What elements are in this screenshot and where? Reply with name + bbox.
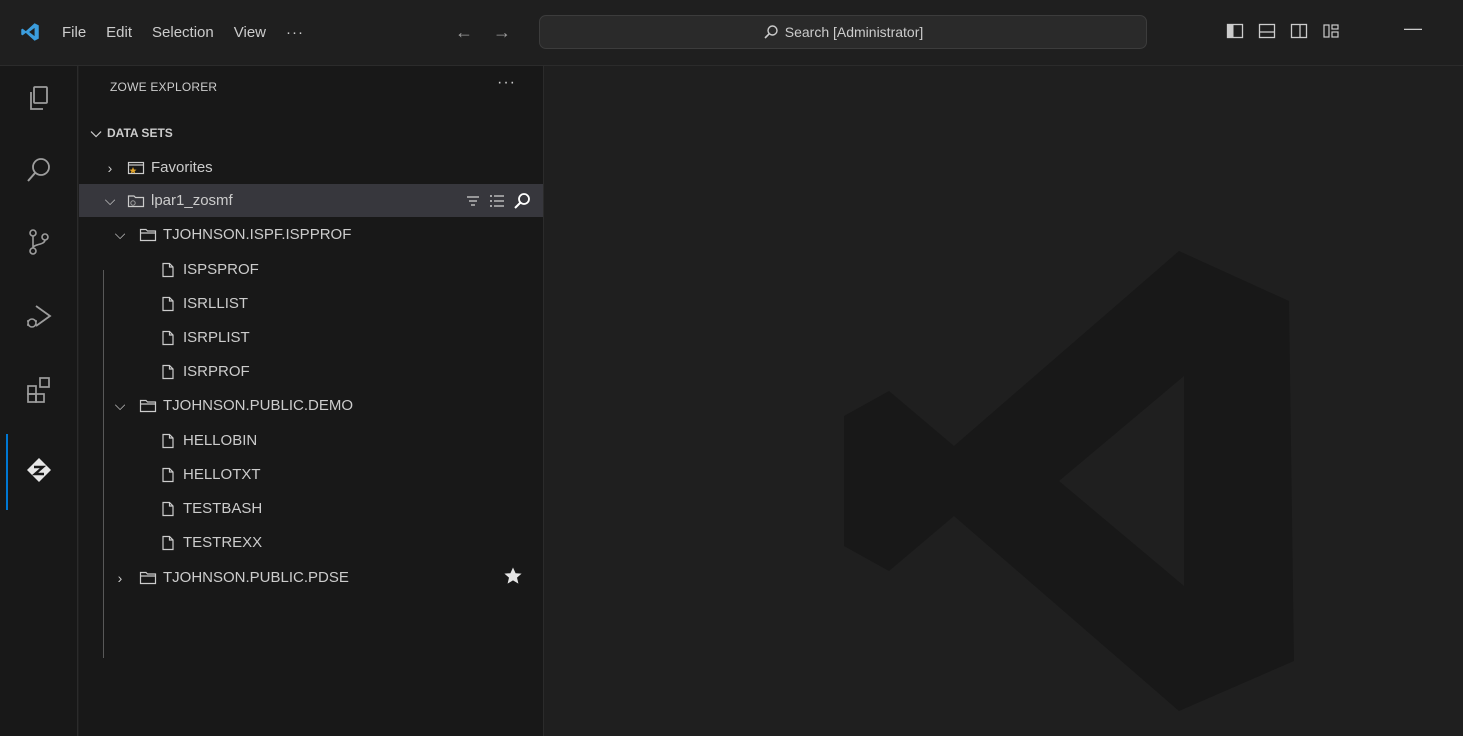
tree-item-favorites[interactable]: › Favorites <box>79 151 543 184</box>
source-control-icon[interactable] <box>21 224 57 260</box>
folder-icon <box>137 397 159 415</box>
list-icon[interactable] <box>489 193 505 209</box>
tree-item-label: HELLOTXT <box>183 466 261 483</box>
file-icon <box>157 329 179 347</box>
more-actions-button[interactable]: ··· <box>497 74 516 92</box>
extensions-icon[interactable] <box>21 372 57 408</box>
file-icon <box>157 295 179 313</box>
tree-item-member[interactable]: ISRLLIST <box>79 287 543 320</box>
tree-item-label: Favorites <box>151 159 213 176</box>
menu-bar: File Edit Selection View ··· <box>62 0 324 65</box>
zowe-icon[interactable] <box>21 452 57 488</box>
folder-icon <box>137 569 159 587</box>
tree-item-label: TJOHNSON.PUBLIC.PDSE <box>163 569 349 586</box>
menu-selection[interactable]: Selection <box>152 24 214 41</box>
run-debug-icon[interactable] <box>21 298 57 334</box>
tree-item-label: ISRPROF <box>183 363 250 380</box>
minimize-button[interactable]: — <box>1404 18 1422 39</box>
tree-item-member[interactable]: HELLOTXT <box>79 458 543 491</box>
search-icon[interactable] <box>513 192 531 210</box>
toggle-panel-icon[interactable] <box>1258 22 1276 43</box>
chevron-right-icon: › <box>107 159 113 176</box>
chevron-down-icon: ⌵ <box>114 397 126 413</box>
file-icon <box>157 363 179 381</box>
explorer-icon[interactable] <box>21 80 57 116</box>
tree-item-member[interactable]: ISRPLIST <box>79 321 543 354</box>
search-icon[interactable] <box>21 152 57 188</box>
editor-area <box>544 66 1463 736</box>
chevron-down-icon: ⌵ <box>104 192 116 208</box>
profile-folder-icon <box>125 192 147 210</box>
tree-item-dataset[interactable]: › TJOHNSON.PUBLIC.PDSE <box>79 561 543 594</box>
toggle-primary-sidebar-icon[interactable] <box>1226 22 1244 43</box>
chevron-down-icon: ⌵ <box>90 124 102 140</box>
customize-layout-icon[interactable] <box>1322 22 1340 43</box>
data-sets-section-header[interactable]: ⌵ DATA SETS <box>89 124 173 141</box>
tree-item-label: TJOHNSON.PUBLIC.DEMO <box>163 397 354 414</box>
tree-item-member[interactable]: TESTREXX <box>79 526 543 559</box>
zowe-explorer-sidebar: ZOWE EXPLORER ··· ⌵ DATA SETS › Favorite… <box>79 66 544 736</box>
tree-item-dataset[interactable]: ⌵ TJOHNSON.ISPF.ISPPROF <box>79 218 543 251</box>
file-icon <box>157 261 179 279</box>
tree-item-label: HELLOBIN <box>183 432 258 449</box>
tree-item-label: ISRLLIST <box>183 295 249 312</box>
tree-item-member[interactable]: ISRPROF <box>79 355 543 388</box>
command-center-search[interactable]: Search [Administrator] <box>539 15 1147 49</box>
tree-item-label: ISPSPROF <box>183 261 259 278</box>
tree-item-profile[interactable]: ⌵ lpar1_zosmf <box>79 184 543 217</box>
back-arrow-icon[interactable]: ← <box>455 22 473 42</box>
menu-more[interactable]: ··· <box>286 24 304 41</box>
nav-arrows: ← → <box>455 22 531 42</box>
search-text: Search [Administrator] <box>784 24 924 40</box>
toggle-secondary-sidebar-icon[interactable] <box>1290 22 1308 43</box>
tree-item-label: TESTBASH <box>183 500 263 517</box>
tree-item-dataset[interactable]: ⌵ TJOHNSON.PUBLIC.DEMO <box>79 389 543 422</box>
layout-controls <box>1226 22 1354 43</box>
sidebar-title: ZOWE EXPLORER <box>110 80 218 94</box>
tree-item-member[interactable]: TESTBASH <box>79 492 543 525</box>
menu-file[interactable]: File <box>62 24 86 41</box>
folder-icon <box>137 226 159 244</box>
search-icon <box>764 25 778 39</box>
tree-item-label: ISRPLIST <box>183 329 250 346</box>
favorites-folder-icon <box>125 159 147 177</box>
file-icon <box>157 466 179 484</box>
section-label: DATA SETS <box>107 125 173 140</box>
tree-item-label: TJOHNSON.ISPF.ISPPROF <box>163 226 352 243</box>
vscode-logo-icon <box>21 23 39 41</box>
menu-view[interactable]: View <box>234 24 266 41</box>
file-icon <box>157 432 179 450</box>
forward-arrow-icon[interactable]: → <box>493 22 511 42</box>
tree-item-member[interactable]: HELLOBIN <box>79 424 543 457</box>
activity-bar <box>0 66 78 736</box>
profile-actions <box>457 192 531 210</box>
tree-item-label: lpar1_zosmf <box>151 192 233 209</box>
chevron-right-icon: › <box>117 569 123 586</box>
active-indicator <box>6 434 8 510</box>
vscode-watermark-icon <box>844 251 1294 711</box>
tree-item-label: TESTREXX <box>183 534 263 551</box>
filter-icon[interactable] <box>465 193 481 209</box>
tree-item-member[interactable]: ISPSPROF <box>79 253 543 286</box>
file-icon <box>157 500 179 518</box>
chevron-down-icon: ⌵ <box>114 226 126 242</box>
title-bar: File Edit Selection View ··· ← → Search … <box>0 0 1463 66</box>
menu-edit[interactable]: Edit <box>106 24 132 41</box>
star-icon[interactable] <box>503 566 523 590</box>
file-icon <box>157 534 179 552</box>
